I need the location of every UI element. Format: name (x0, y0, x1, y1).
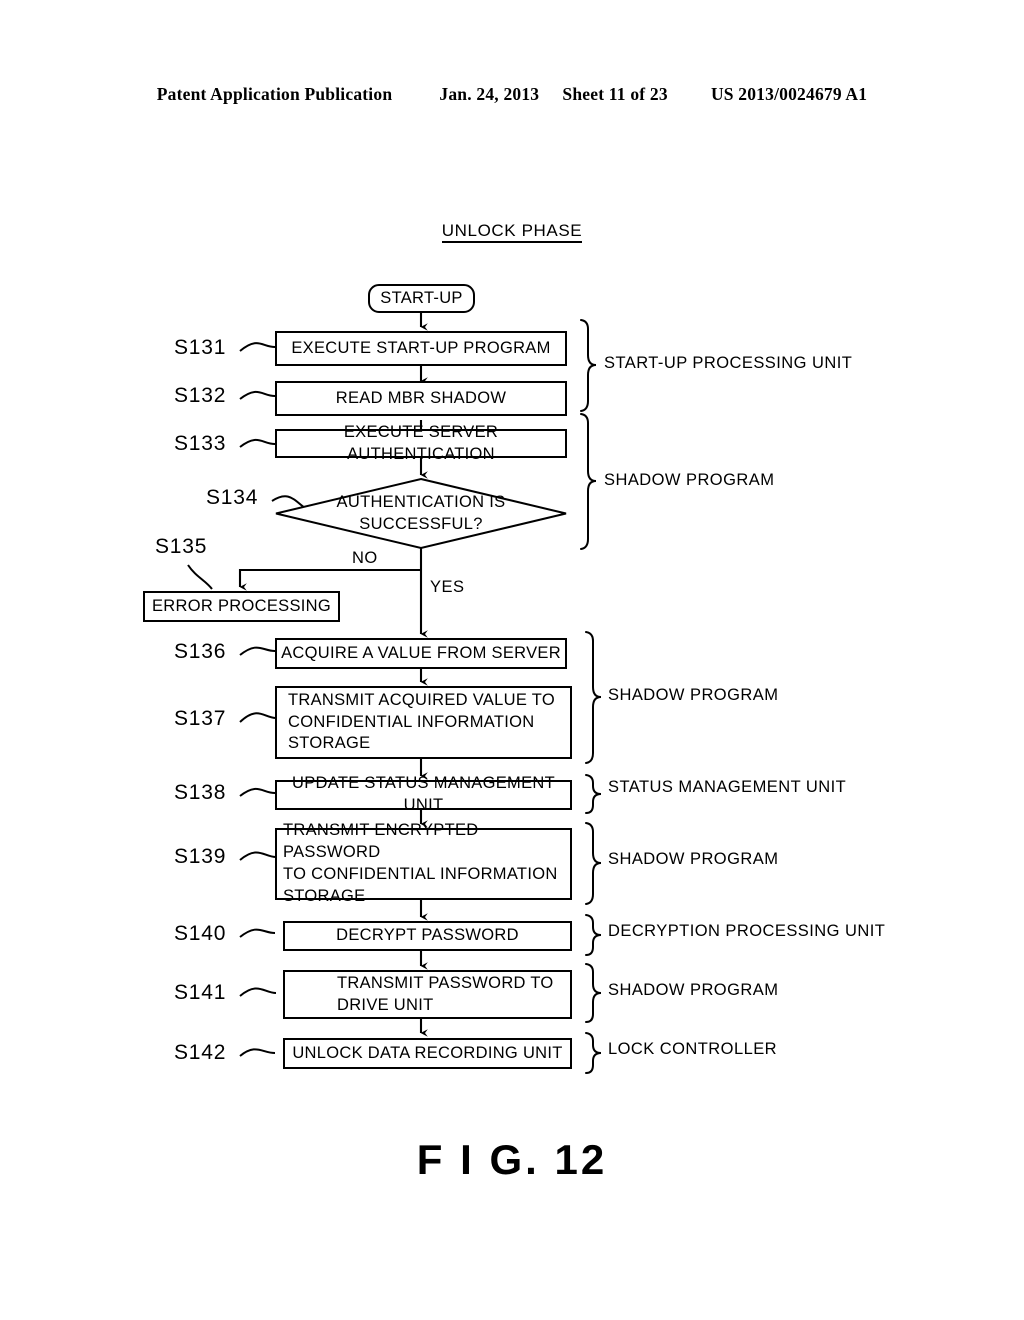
node-s140-decrypt-password[interactable]: DECRYPT PASSWORD (283, 921, 572, 951)
node-s141-label-line1: TRANSMIT PASSWORD TO (337, 973, 554, 992)
node-s137-label-line2: CONFIDENTIAL INFORMATION (288, 712, 535, 731)
group-label-shadow-program-2: SHADOW PROGRAM (608, 686, 779, 704)
node-s142-label: UNLOCK DATA RECORDING UNIT (292, 1043, 563, 1062)
node-s138-label: UPDATE STATUS MANAGEMENT UNIT (292, 774, 555, 814)
step-label-s132: S132 (174, 384, 227, 407)
node-s138-update-status-management-unit[interactable]: UPDATE STATUS MANAGEMENT UNIT (275, 774, 572, 814)
step-label-s135: S135 (155, 535, 208, 558)
step-label-s136: S136 (174, 640, 227, 663)
node-s139-label-line2: TO CONFIDENTIAL INFORMATION (283, 865, 558, 883)
group-label-shadow-program-1: SHADOW PROGRAM (604, 471, 775, 489)
branch-label-no: NO (352, 549, 378, 567)
node-s134-authentication-decision[interactable]: AUTHENTICATION IS SUCCESSFUL? (275, 477, 567, 550)
step-label-s134: S134 (206, 486, 259, 509)
node-s142-unlock-data-recording-unit[interactable]: UNLOCK DATA RECORDING UNIT (283, 1038, 572, 1069)
node-start-up-label: START-UP (380, 288, 463, 307)
node-s137-label-line1: TRANSMIT ACQUIRED VALUE TO (288, 690, 555, 709)
node-s133-execute-server-authentication[interactable]: EXECUTE SERVER AUTHENTICATION (275, 423, 567, 463)
group-label-decryption-processing-unit: DECRYPTION PROCESSING UNIT (608, 922, 886, 940)
node-s135-label: ERROR PROCESSING (152, 596, 331, 615)
sheet-number: Sheet 11 of 23 (562, 84, 668, 104)
page-header: Patent Application Publication Jan. 24, … (0, 84, 1024, 105)
node-s133-label: EXECUTE SERVER AUTHENTICATION (343, 422, 499, 463)
flowchart-title: UNLOCK PHASE (0, 221, 1024, 243)
node-s136-acquire-value-from-server[interactable]: ACQUIRE A VALUE FROM SERVER (275, 638, 567, 669)
figure-caption: F I G. 12 (416, 1136, 608, 1183)
node-s132-label: READ MBR SHADOW (335, 388, 507, 407)
step-label-s140: S140 (174, 922, 227, 945)
step-label-s139: S139 (174, 845, 227, 868)
node-s135-error-processing[interactable]: ERROR PROCESSING (143, 591, 340, 622)
group-label-lock-controller: LOCK CONTROLLER (608, 1040, 778, 1058)
node-s131-execute-start-up-program[interactable]: EXECUTE START-UP PROGRAM (275, 331, 567, 366)
publication-label: Patent Application Publication (156, 84, 393, 104)
node-s141-transmit-password-to-drive-unit[interactable]: TRANSMIT PASSWORD TO DRIVE UNIT (283, 970, 572, 1019)
step-label-s138: S138 (174, 781, 227, 804)
publication-date: Jan. 24, 2013 (439, 84, 540, 104)
group-label-shadow-program-4: SHADOW PROGRAM (608, 981, 779, 999)
node-s141-label-line2: DRIVE UNIT (337, 995, 434, 1014)
node-s136-label: ACQUIRE A VALUE FROM SERVER (281, 643, 561, 662)
group-label-status-management-unit: STATUS MANAGEMENT UNIT (608, 778, 847, 796)
node-s137-label-line3: STORAGE (288, 734, 371, 753)
branch-label-yes: YES (430, 578, 465, 596)
node-s131-label: EXECUTE START-UP PROGRAM (291, 338, 551, 357)
node-s132-read-mbr-shadow[interactable]: READ MBR SHADOW (275, 381, 567, 416)
step-label-s142: S142 (174, 1041, 227, 1064)
group-label-startup-processing-unit: START-UP PROCESSING UNIT (604, 354, 853, 372)
patent-number: US 2013/0024679 A1 (710, 84, 868, 104)
node-s139-label-line3: STORAGE (283, 886, 366, 905)
flowchart-title-text: UNLOCK PHASE (441, 221, 583, 243)
step-label-s133: S133 (174, 432, 227, 455)
node-s139-label-line1: TRANSMIT ENCRYPTED PASSWORD (283, 821, 479, 862)
step-label-s141: S141 (174, 981, 227, 1004)
step-label-s137: S137 (174, 707, 227, 730)
step-label-s131: S131 (174, 336, 227, 359)
node-s137-transmit-acquired-value[interactable]: TRANSMIT ACQUIRED VALUE TO CONFIDENTIAL … (275, 686, 572, 759)
node-start-up[interactable]: START-UP (368, 284, 475, 313)
node-s140-label: DECRYPT PASSWORD (336, 926, 519, 945)
node-s139-transmit-encrypted-password[interactable]: TRANSMIT ENCRYPTED PASSWORD TO CONFIDENT… (275, 821, 572, 905)
group-label-shadow-program-3: SHADOW PROGRAM (608, 850, 779, 868)
